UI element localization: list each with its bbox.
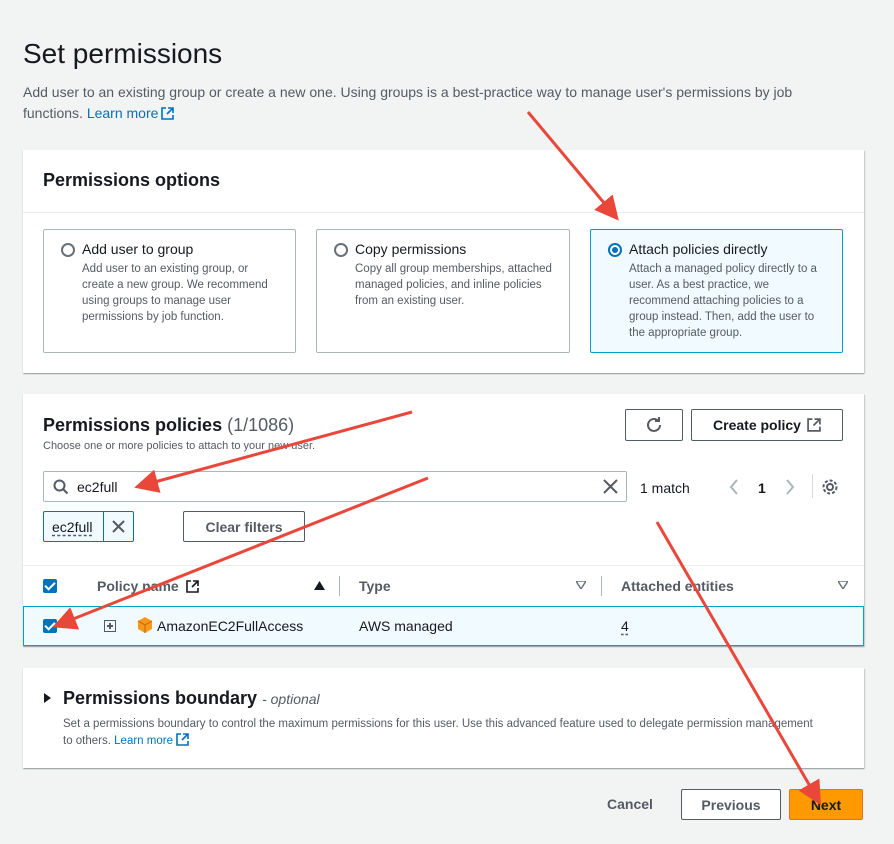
tile-title: Attach policies directly <box>629 241 768 257</box>
external-link-icon <box>807 418 821 432</box>
create-policy-label: Create policy <box>713 417 801 433</box>
permissions-options-header: Permissions options <box>43 170 221 190</box>
next-button[interactable]: Next <box>789 789 863 820</box>
aws-managed-policy-icon <box>137 617 153 633</box>
search-icon <box>53 479 69 495</box>
policies-title: Permissions policies <box>43 415 223 435</box>
permissions-options-card: Permissions options Add user to group Ad… <box>23 150 864 373</box>
boundary-title: Permissions boundary <box>63 688 258 708</box>
boundary-learn-more-link[interactable]: Learn more <box>114 733 189 747</box>
column-policy-name-label: Policy name <box>97 578 179 594</box>
tile-description: Add user to an existing group, or create… <box>82 263 268 323</box>
chevron-left-icon[interactable] <box>728 478 740 496</box>
policies-count: (1/1086) <box>227 415 295 435</box>
column-attached-entities[interactable]: Attached entities <box>621 578 734 594</box>
sort-icon[interactable] <box>576 581 586 589</box>
row-checkbox[interactable] <box>43 619 57 633</box>
policy-name-link[interactable]: AmazonEC2FullAccess <box>157 618 303 634</box>
table-row[interactable]: AmazonEC2FullAccess AWS managed 4 <box>23 606 864 646</box>
clear-filters-button[interactable]: Clear filters <box>183 511 305 542</box>
sort-icon[interactable] <box>838 581 848 589</box>
clear-search-icon[interactable] <box>602 478 619 495</box>
permissions-boundary-header[interactable]: Permissions boundary - optional <box>63 688 320 709</box>
tile-title: Add user to group <box>82 241 194 257</box>
tile-attach-policies-directly[interactable]: Attach policies directly Attach a manage… <box>590 229 843 353</box>
create-policy-button[interactable]: Create policy <box>691 409 843 441</box>
close-icon <box>112 520 125 533</box>
policy-type: AWS managed <box>359 618 453 634</box>
previous-button[interactable]: Previous <box>681 789 781 820</box>
refresh-button[interactable] <box>625 409 683 441</box>
external-link-icon <box>185 580 199 593</box>
tile-description: Attach a managed policy directly to a us… <box>629 263 817 339</box>
caret-right-icon[interactable] <box>44 693 51 703</box>
remove-filter-button[interactable] <box>103 512 133 541</box>
expand-row-icon[interactable] <box>104 620 116 632</box>
page-description: Add user to an existing group or create … <box>23 82 823 124</box>
filter-token-label: ec2full <box>52 519 93 535</box>
learn-more-link[interactable]: Learn more <box>87 105 175 121</box>
permissions-policies-header: Permissions policies (1/1086) <box>43 415 294 436</box>
tile-description: Copy all group memberships, attached man… <box>355 263 552 307</box>
boundary-optional: - optional <box>262 691 320 707</box>
permissions-policies-card: Permissions policies (1/1086) Choose one… <box>23 394 864 646</box>
tile-add-user-to-group[interactable]: Add user to group Add user to an existin… <box>43 229 296 353</box>
match-count: 1 match <box>640 480 690 496</box>
policies-description: Choose one or more policies to attach to… <box>43 440 316 452</box>
column-policy-name[interactable]: Policy name <box>97 578 199 594</box>
chevron-right-icon[interactable] <box>784 478 796 496</box>
external-link-icon <box>176 733 189 746</box>
tile-copy-permissions[interactable]: Copy permissions Copy all group membersh… <box>316 229 570 353</box>
column-separator <box>601 576 602 596</box>
permissions-boundary-card: Permissions boundary - optional Set a pe… <box>23 668 864 768</box>
sort-ascending-icon[interactable] <box>314 581 325 590</box>
radio-add-user-to-group[interactable] <box>61 243 75 257</box>
filter-token[interactable]: ec2full <box>43 511 134 542</box>
table-header: Policy name Type Attached entities <box>23 565 864 605</box>
policy-search-field[interactable] <box>43 471 627 502</box>
gear-icon[interactable] <box>821 478 839 496</box>
external-link-icon <box>161 107 175 120</box>
search-input[interactable] <box>77 477 557 497</box>
learn-more-label: Learn more <box>114 735 173 747</box>
tile-title: Copy permissions <box>355 241 467 257</box>
cancel-button[interactable]: Cancel <box>607 796 653 812</box>
select-all-checkbox[interactable] <box>43 579 57 593</box>
column-separator <box>339 576 340 596</box>
page-number[interactable]: 1 <box>758 480 766 496</box>
radio-attach-policies-directly[interactable] <box>608 243 622 257</box>
radio-copy-permissions[interactable] <box>334 243 348 257</box>
boundary-description: Set a permissions boundary to control th… <box>63 716 823 750</box>
page-title: Set permissions <box>23 38 223 69</box>
column-type[interactable]: Type <box>359 578 391 594</box>
divider <box>23 212 864 213</box>
pager-divider <box>812 474 813 498</box>
attached-entities-count[interactable]: 4 <box>621 618 629 634</box>
learn-more-label: Learn more <box>86 105 159 121</box>
refresh-icon <box>647 417 661 432</box>
